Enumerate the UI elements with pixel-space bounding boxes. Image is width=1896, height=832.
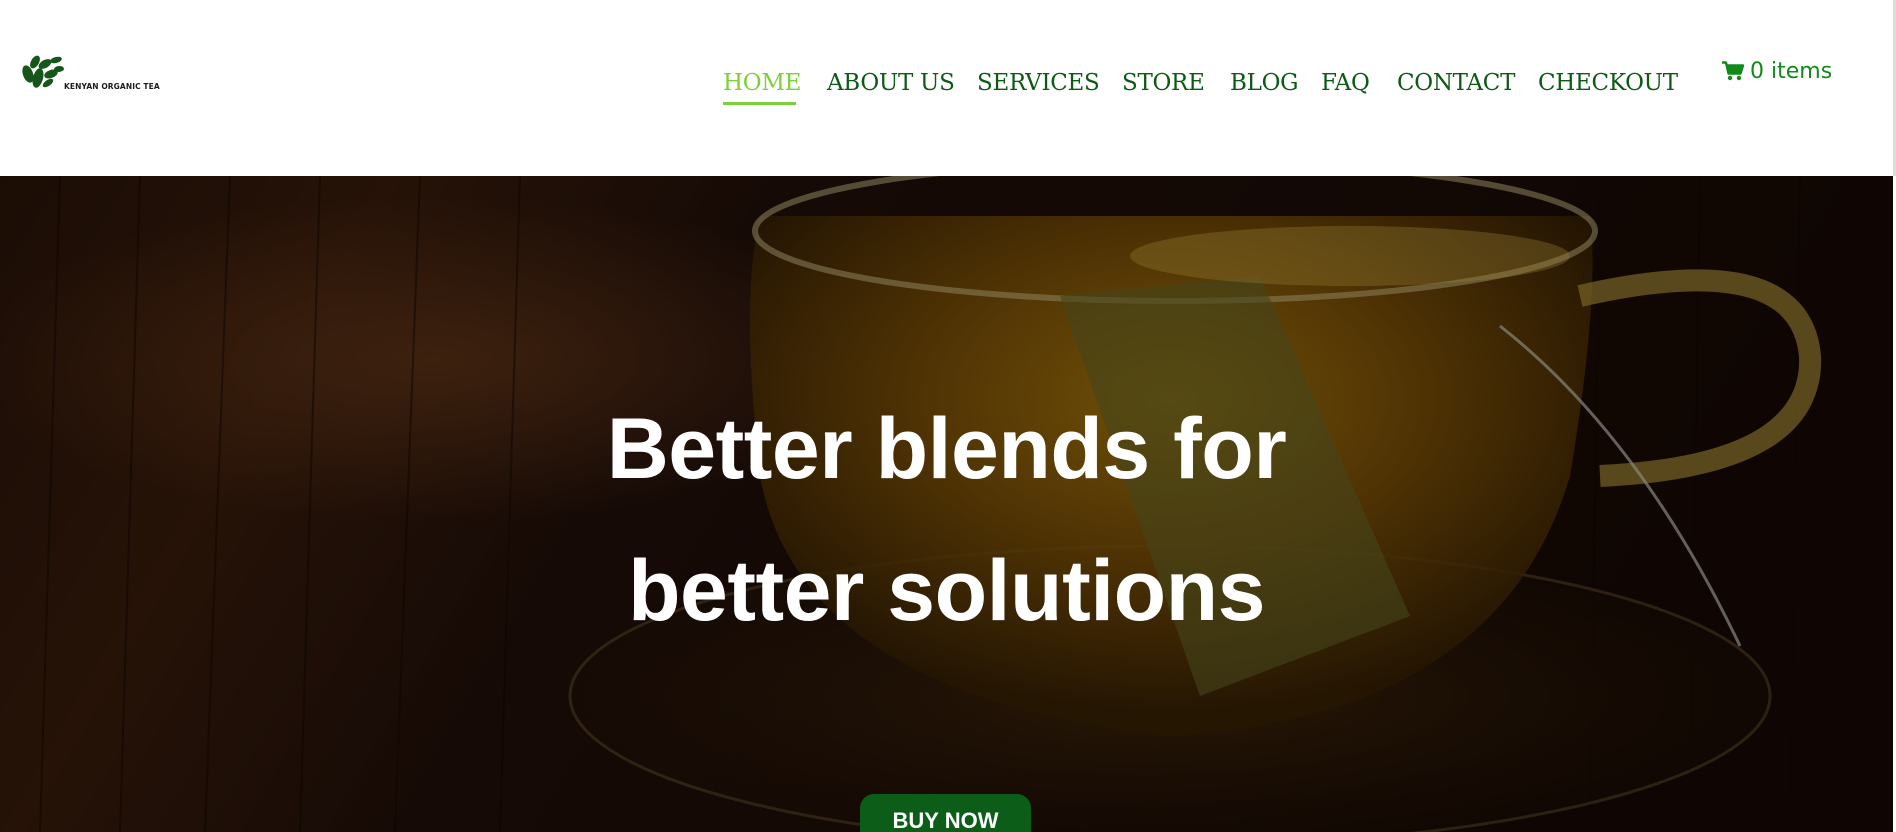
tea-leaves-logo-icon [22,55,64,88]
hero-title-line1: Better blends for [606,401,1287,497]
nav-item-checkout[interactable]: CHECKOUT [1538,68,1678,98]
nav-item-faq[interactable]: FAQ [1321,68,1370,98]
nav-item-home[interactable]: HOME [723,68,801,98]
nav-item-blog[interactable]: BLOG [1230,68,1299,98]
nav-item-contact[interactable]: CONTACT [1397,68,1515,98]
site-logo[interactable]: KENYAN ORGANIC TEA [18,52,160,94]
shopping-cart-icon [1722,61,1744,81]
nav-item-services[interactable]: SERVICES [977,68,1100,98]
nav-item-about-us[interactable]: ABOUT US [827,68,955,98]
active-nav-indicator [723,102,796,105]
hero-title-line2: better solutions [627,543,1266,639]
nav-item-store[interactable]: STORE [1122,68,1205,98]
cart-link[interactable]: 0 items [1722,56,1832,86]
cart-count: 0 items [1750,58,1833,84]
hero-overlay [0,176,1893,832]
logo-text: KENYAN ORGANIC TEA [64,82,160,91]
buy-now-button[interactable]: BUY NOW [860,794,1031,832]
site-header: KENYAN ORGANIC TEA HOME ABOUT US SERVICE… [0,0,1896,176]
hero-banner: Better blends for better solutions BUY N… [0,176,1893,832]
